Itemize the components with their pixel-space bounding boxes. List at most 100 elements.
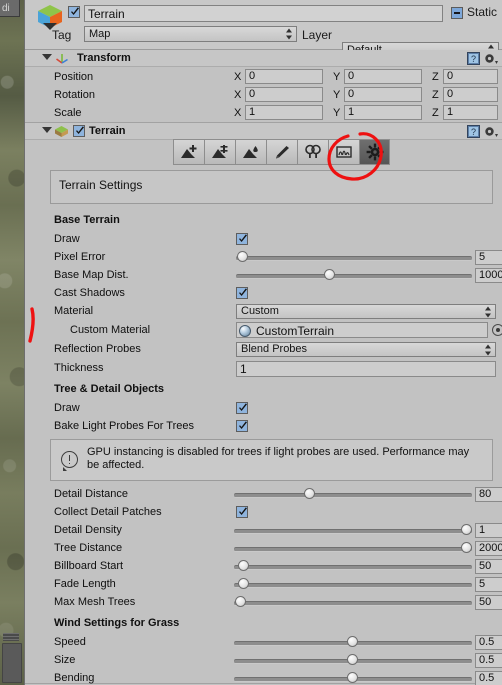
scale-z-input[interactable]: 1 bbox=[443, 105, 498, 120]
wind-size-label: Size bbox=[54, 654, 76, 666]
transform-component: Transform ? Position X 0 Y 0 Z 0 Rotatio… bbox=[25, 50, 502, 123]
terrain-header[interactable]: Terrain ? bbox=[25, 123, 502, 140]
pixel-error-input[interactable]: 5 bbox=[475, 250, 502, 265]
base-terrain-section-label: Base Terrain bbox=[54, 214, 120, 226]
scene-tab-label[interactable]: di bbox=[0, 0, 20, 17]
row-wind-size: Size 0.5 bbox=[25, 651, 502, 669]
context-gear-icon[interactable] bbox=[484, 126, 498, 138]
billboard-start-input[interactable]: 50 bbox=[475, 559, 502, 574]
terrain-title: Terrain bbox=[89, 125, 126, 137]
section-tree-detail: Tree & Detail Objects bbox=[25, 379, 502, 399]
fade-length-input[interactable]: 5 bbox=[475, 577, 502, 592]
scene-view-strip[interactable]: di bbox=[0, 0, 24, 685]
scene-resize-grip[interactable] bbox=[3, 633, 19, 641]
rotation-x-input[interactable]: 0 bbox=[245, 87, 323, 102]
place-trees-tool-button[interactable] bbox=[297, 139, 328, 165]
slider-knob[interactable] bbox=[347, 672, 358, 683]
material-dropdown[interactable]: Custom bbox=[236, 304, 496, 319]
tree-distance-input[interactable]: 2000 bbox=[475, 541, 502, 556]
warning-info-icon bbox=[61, 451, 78, 471]
rotation-z-input[interactable]: 0 bbox=[443, 87, 498, 102]
rotation-label: Rotation bbox=[54, 89, 95, 101]
raise-lower-terrain-tool-button[interactable] bbox=[173, 139, 204, 165]
base-map-dist-slider[interactable] bbox=[236, 268, 472, 282]
paint-details-tool-button[interactable] bbox=[328, 139, 359, 165]
wind-bending-slider[interactable] bbox=[234, 671, 472, 685]
updown-arrows-icon bbox=[485, 306, 492, 317]
smooth-height-tool-button[interactable] bbox=[235, 139, 266, 165]
thickness-input[interactable]: 1 bbox=[236, 361, 496, 377]
detail-density-input[interactable]: 1 bbox=[475, 523, 502, 538]
position-y-input[interactable]: 0 bbox=[344, 69, 422, 84]
reflection-probes-dropdown[interactable]: Blend Probes bbox=[236, 342, 496, 357]
slider-knob[interactable] bbox=[237, 251, 249, 262]
terrain-foldout-arrow-icon[interactable] bbox=[42, 127, 52, 133]
custom-material-object-field[interactable]: CustomTerrain bbox=[236, 322, 488, 338]
detail-distance-input[interactable]: 80 bbox=[475, 487, 502, 502]
row-detail-distance: Detail Distance 80 bbox=[25, 485, 502, 503]
terrain-tool-toolbar[interactable] bbox=[173, 139, 391, 165]
paint-texture-tool-button[interactable] bbox=[266, 139, 297, 165]
tree-draw-checkbox[interactable] bbox=[236, 402, 248, 414]
detail-density-slider[interactable] bbox=[234, 523, 473, 537]
row-tree-draw: Draw bbox=[25, 399, 502, 417]
scale-x-input[interactable]: 1 bbox=[245, 105, 323, 120]
wind-speed-slider[interactable] bbox=[234, 635, 472, 649]
paint-height-tool-button[interactable] bbox=[204, 139, 235, 165]
scene-scrollbar[interactable] bbox=[2, 643, 22, 683]
reflection-probes-value: Blend Probes bbox=[241, 343, 308, 355]
bake-light-probes-checkbox[interactable] bbox=[236, 420, 248, 432]
transform-header[interactable]: Transform ? bbox=[25, 50, 502, 67]
gameobject-name-input[interactable]: Terrain bbox=[84, 5, 443, 22]
transform-foldout-arrow-icon[interactable] bbox=[42, 54, 52, 60]
position-x-input[interactable]: 0 bbox=[245, 69, 323, 84]
slider-track bbox=[234, 601, 472, 606]
axis-x-label: X bbox=[234, 71, 242, 83]
slider-track bbox=[234, 493, 472, 498]
tag-dropdown[interactable]: Map bbox=[84, 26, 297, 42]
custom-material-picker-button[interactable] bbox=[492, 324, 502, 336]
static-checkbox[interactable] bbox=[451, 7, 463, 19]
slider-track bbox=[234, 583, 472, 588]
pixel-error-slider[interactable] bbox=[236, 250, 472, 264]
base-draw-checkbox[interactable] bbox=[236, 233, 248, 245]
tree-draw-label: Draw bbox=[54, 402, 80, 414]
pixel-error-label: Pixel Error bbox=[54, 251, 106, 263]
reflection-probes-label: Reflection Probes bbox=[54, 343, 141, 355]
wind-size-input[interactable]: 0.5 bbox=[475, 653, 502, 668]
wind-bending-input[interactable]: 0.5 bbox=[475, 671, 502, 685]
axis-z-label: Z bbox=[432, 89, 439, 101]
updown-arrows-icon bbox=[485, 344, 492, 355]
detail-distance-slider[interactable] bbox=[234, 487, 472, 501]
slider-knob[interactable] bbox=[347, 654, 358, 665]
fade-length-slider[interactable] bbox=[234, 577, 472, 591]
rotation-y-input[interactable]: 0 bbox=[344, 87, 422, 102]
max-mesh-trees-input[interactable]: 50 bbox=[475, 595, 502, 610]
wind-speed-input[interactable]: 0.5 bbox=[475, 635, 502, 650]
context-gear-icon[interactable] bbox=[484, 53, 498, 65]
slider-knob[interactable] bbox=[347, 636, 358, 647]
help-book-icon[interactable]: ? bbox=[467, 52, 480, 65]
max-mesh-trees-slider[interactable] bbox=[234, 595, 472, 609]
slider-knob[interactable] bbox=[237, 560, 249, 571]
billboard-start-label: Billboard Start bbox=[54, 560, 124, 572]
layer-label: Layer bbox=[302, 28, 333, 42]
collect-detail-patches-checkbox[interactable] bbox=[236, 506, 248, 518]
row-reflection-probes: Reflection Probes Blend Probes bbox=[25, 340, 502, 359]
gameobject-enabled-checkbox[interactable] bbox=[68, 6, 80, 18]
row-base-draw: Draw bbox=[25, 230, 502, 248]
base-map-dist-input[interactable]: 1000 bbox=[475, 268, 502, 283]
cast-shadows-checkbox[interactable] bbox=[236, 287, 248, 299]
updown-arrows-icon bbox=[286, 28, 293, 40]
transform-title: Transform bbox=[77, 52, 131, 64]
slider-knob[interactable] bbox=[237, 578, 249, 589]
scale-y-input[interactable]: 1 bbox=[344, 105, 422, 120]
position-z-input[interactable]: 0 bbox=[443, 69, 498, 84]
tree-distance-slider[interactable] bbox=[234, 541, 473, 555]
terrain-enabled-checkbox[interactable] bbox=[73, 125, 85, 137]
terrain-settings-tool-button[interactable] bbox=[359, 139, 390, 165]
billboard-start-slider[interactable] bbox=[234, 559, 472, 573]
slider-track bbox=[234, 565, 472, 570]
wind-size-slider[interactable] bbox=[234, 653, 472, 667]
help-book-icon[interactable]: ? bbox=[467, 125, 480, 138]
